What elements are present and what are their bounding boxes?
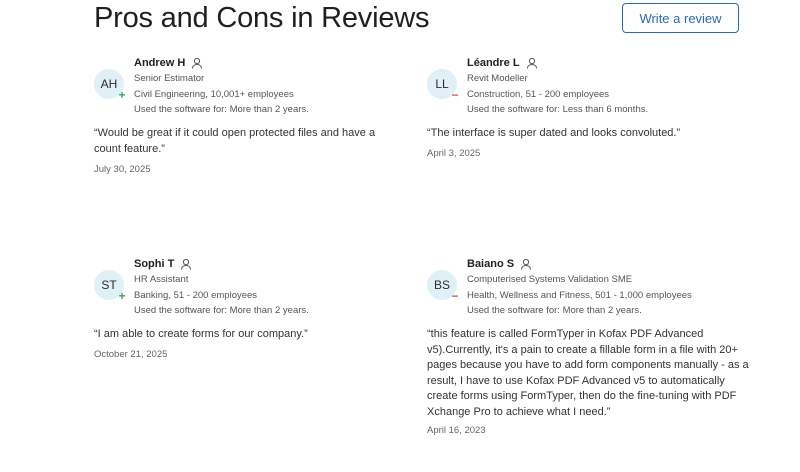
reviewer-usage: Used the software for: More than 2 years… [134,305,309,316]
reviewer-role: Revit Modeller [467,73,528,84]
reviewer-usage: Used the software for: More than 2 years… [134,104,309,115]
review-date: July 30, 2025 [94,164,151,175]
review-quote: “I am able to create forms for our compa… [94,328,308,340]
reviewer-info: AH + Andrew H Senior Estimator Civil Eng… [94,55,454,119]
review-quote: “this feature is called FormTyper in Kof… [427,328,749,418]
write-review-button[interactable]: Write a review [622,3,739,33]
con-minus-icon: − [451,289,459,303]
pro-plus-icon: + [118,289,126,303]
reviewer-company: Construction, 51 - 200 employees [467,88,610,100]
reviewer-company: Health, Wellness and Fitness, 501 - 1,00… [467,289,692,301]
review-card: LL − Léandre L Revit Modeller Constructi… [427,55,787,159]
reviewer-info: BS − Baiano S Computerised Systems Valid… [427,256,787,320]
reviewer-usage: Used the software for: Less than 6 month… [467,104,649,115]
review-card: AH + Andrew H Senior Estimator Civil Eng… [94,55,454,175]
review-quote: “The interface is super dated and looks … [427,127,681,139]
review-date: April 16, 2023 [427,425,486,436]
reviewer-info: ST + Sophi T HR Assistant Banking, 51 - … [94,256,454,320]
review-card: BS − Baiano S Computerised Systems Valid… [427,256,787,436]
person-icon [181,258,192,270]
person-icon [526,57,537,69]
con-minus-icon: − [451,88,459,102]
reviewer-name[interactable]: Léandre L [467,57,520,69]
reviewer-company: Banking, 51 - 200 employees [134,289,258,301]
review-date: October 21, 2025 [94,349,168,360]
reviewer-name[interactable]: Baiano S [467,258,514,270]
reviewer-info: LL − Léandre L Revit Modeller Constructi… [427,55,787,119]
pro-plus-icon: + [118,88,126,102]
reviewer-role: Computerised Systems Validation SME [467,274,633,285]
reviewer-role: Senior Estimator [134,73,205,84]
page-title: Pros and Cons in Reviews [94,2,430,34]
reviewer-company: Civil Engineering, 10,001+ employees [134,88,294,100]
review-quote: “Would be great if it could open protect… [94,127,376,155]
reviewer-name[interactable]: Andrew H [134,57,185,69]
person-icon [521,258,532,270]
reviewer-name[interactable]: Sophi T [134,258,174,270]
review-date: April 3, 2025 [427,148,481,159]
reviewer-role: HR Assistant [134,274,189,285]
person-icon [192,57,203,69]
review-card: ST + Sophi T HR Assistant Banking, 51 - … [94,256,454,360]
reviewer-usage: Used the software for: More than 2 years… [467,305,642,316]
